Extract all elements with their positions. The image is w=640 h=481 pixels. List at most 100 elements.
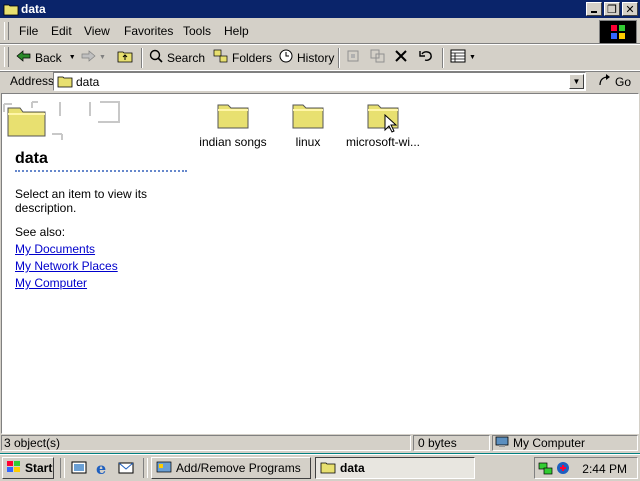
address-bar: Address data ▼ Go	[0, 70, 640, 93]
show-desktop-icon[interactable]	[70, 459, 88, 480]
volume-icon[interactable]	[555, 460, 571, 479]
status-bar: 3 object(s) 0 bytes My Computer	[0, 434, 640, 453]
address-label: Address	[10, 74, 55, 88]
standard-toolbar: Back ▼ ▼ Search Folders History ▼	[0, 44, 640, 72]
history-clock-icon	[278, 49, 294, 66]
back-button[interactable]: Back ▼	[16, 49, 76, 66]
status-size-text: 0 bytes	[418, 436, 457, 450]
network-icon[interactable]	[538, 460, 554, 479]
views-button[interactable]: ▼	[450, 49, 476, 66]
restore-button[interactable]: ❐	[604, 2, 620, 16]
taskbar: Start e Add/Remove Programs data 2:44 PM	[0, 454, 640, 481]
link-my-network-places[interactable]: My Network Places	[15, 259, 118, 273]
menu-tools[interactable]: Tools	[183, 24, 211, 38]
folder-icon	[268, 100, 348, 133]
close-button[interactable]: ✕	[622, 2, 638, 16]
address-dropdown-button[interactable]: ▼	[569, 74, 584, 89]
start-label: Start	[25, 461, 53, 475]
folder-label: linux	[295, 135, 321, 149]
undo-button[interactable]	[418, 49, 434, 66]
menu-view[interactable]: View	[84, 24, 110, 38]
window-title: data	[21, 2, 46, 16]
folder-view[interactable]: data Select an item to view its descript…	[1, 93, 639, 434]
folder-item[interactable]: linux	[268, 100, 348, 149]
status-zone: My Computer	[492, 435, 638, 451]
delete-x-icon	[394, 49, 408, 66]
back-label: Back	[35, 50, 62, 65]
title-bar[interactable]: data ❐ ✕	[0, 0, 640, 18]
menu-file[interactable]: File	[19, 24, 38, 38]
menu-edit[interactable]: Edit	[51, 24, 72, 38]
toolbar-separator	[442, 48, 444, 68]
folder-label: microsoft-wi...	[345, 135, 420, 149]
system-tray: 2:44 PM	[534, 457, 638, 479]
address-field[interactable]: data ▼	[53, 72, 586, 91]
menu-favorites[interactable]: Favorites	[124, 24, 173, 38]
link-my-computer[interactable]: My Computer	[15, 276, 87, 290]
folder-item[interactable]: microsoft-wi...	[343, 100, 423, 149]
go-button[interactable]: Go	[598, 73, 631, 90]
search-icon	[148, 49, 164, 66]
menu-bar: File Edit View Favorites Tools Help	[0, 19, 640, 44]
forward-arrow-icon	[80, 49, 96, 66]
folder-icon	[320, 460, 336, 477]
move-to-icon	[346, 49, 362, 66]
history-button[interactable]: History	[278, 49, 334, 66]
undo-icon	[418, 49, 434, 66]
task-add-remove-programs[interactable]: Add/Remove Programs	[151, 457, 311, 479]
folder-icon	[57, 74, 73, 91]
explorer-window: data ❐ ✕ File Edit View Favorites Tools …	[0, 0, 640, 453]
delete-button[interactable]	[394, 49, 408, 66]
svg-text:e: e	[96, 459, 106, 477]
go-label: Go	[615, 74, 632, 89]
search-button[interactable]: Search	[148, 49, 205, 66]
see-also-label: See also:	[15, 225, 66, 239]
folder-icon	[193, 100, 273, 133]
link-my-documents[interactable]: My Documents	[15, 242, 95, 256]
up-folder-icon	[117, 49, 133, 66]
menu-grip	[4, 22, 9, 40]
go-arrow-icon	[598, 73, 612, 90]
back-dropdown-icon: ▼	[68, 54, 76, 61]
task-label: data	[340, 461, 365, 475]
toolbar-separator	[338, 48, 340, 68]
toolbar-separator	[141, 48, 143, 68]
folder-item[interactable]: indian songs	[193, 100, 273, 149]
close-icon: ✕	[625, 2, 635, 16]
clock[interactable]: 2:44 PM	[582, 462, 627, 476]
toolbar-grip	[4, 47, 9, 67]
folders-label: Folders	[232, 50, 273, 65]
windows-logo-icon	[599, 20, 637, 44]
windows-flag-icon	[6, 460, 22, 477]
folder-label: indian songs	[199, 135, 267, 149]
folder-watermark-icon	[2, 94, 122, 157]
up-folder-button[interactable]	[117, 49, 133, 66]
task-label: Add/Remove Programs	[176, 461, 301, 475]
task-data[interactable]: data	[315, 457, 475, 479]
chevron-down-icon: ▼	[572, 77, 581, 86]
pane-divider	[15, 170, 187, 172]
move-to-button[interactable]	[346, 49, 362, 66]
status-object-count: 3 object(s)	[1, 435, 411, 451]
menu-help[interactable]: Help	[224, 24, 249, 38]
minimize-button[interactable]	[586, 2, 602, 16]
forward-button[interactable]: ▼	[80, 49, 106, 66]
pane-folder-title: data	[15, 150, 48, 167]
copy-to-icon	[370, 49, 386, 66]
internet-explorer-icon[interactable]: e	[94, 459, 112, 480]
views-grid-icon	[450, 49, 466, 66]
mouse-pointer-icon	[384, 113, 398, 137]
history-label: History	[297, 50, 335, 65]
restore-icon: ❐	[607, 2, 617, 16]
back-arrow-icon	[16, 49, 32, 66]
folders-button[interactable]: Folders	[213, 49, 272, 66]
copy-to-button[interactable]	[370, 49, 386, 66]
pane-description: Select an item to view its description.	[15, 187, 148, 215]
start-button[interactable]: Start	[2, 457, 54, 479]
taskbar-separator	[143, 458, 148, 478]
taskbar-separator	[60, 458, 65, 478]
status-zone-text: My Computer	[513, 436, 586, 450]
outlook-express-icon[interactable]	[117, 459, 135, 480]
forward-dropdown-icon: ▼	[99, 54, 106, 61]
search-label: Search	[167, 50, 206, 65]
